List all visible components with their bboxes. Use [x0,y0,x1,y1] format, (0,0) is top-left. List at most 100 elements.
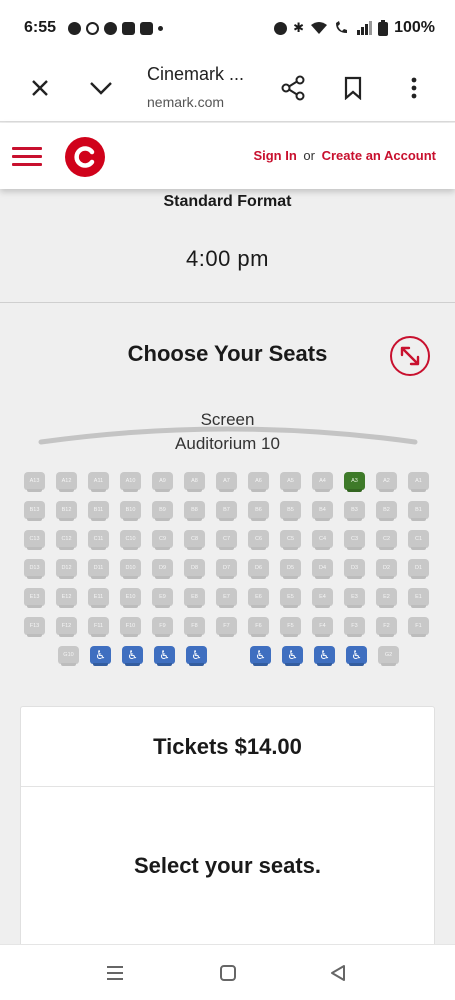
seat-b11[interactable]: B11 [88,501,109,521]
cinemark-logo[interactable] [65,137,105,177]
seat-e13[interactable]: E13 [24,588,45,608]
seat-c1[interactable]: C1 [408,530,429,550]
seat-b12[interactable]: B12 [56,501,77,521]
seat-f9[interactable]: F9 [152,617,173,637]
wheelchair-seat-icon[interactable]: ♿ [186,646,207,666]
seat-c11[interactable]: C11 [88,530,109,550]
seat-e9[interactable]: E9 [152,588,173,608]
seat-d10[interactable]: D10 [120,559,141,579]
seat-e10[interactable]: E10 [120,588,141,608]
seat-a7[interactable]: A7 [216,472,237,492]
seat-d13[interactable]: D13 [24,559,45,579]
seat-d7[interactable]: D7 [216,559,237,579]
sign-in-link[interactable]: Sign In [253,148,296,163]
seat-e12[interactable]: E12 [56,588,77,608]
seat-b1[interactable]: B1 [408,501,429,521]
seat-e5[interactable]: E5 [280,588,301,608]
seat-a5[interactable]: A5 [280,472,301,492]
seat-f13[interactable]: F13 [24,617,45,637]
seat-d9[interactable]: D9 [152,559,173,579]
wheelchair-seat-icon[interactable]: ♿ [346,646,367,666]
home-button[interactable] [214,959,242,987]
wheelchair-seat-icon[interactable]: ♿ [90,646,111,666]
seat-e4[interactable]: E4 [312,588,333,608]
seat-b2[interactable]: B2 [376,501,397,521]
seat-a1[interactable]: A1 [408,472,429,492]
seat-c2[interactable]: C2 [376,530,397,550]
seat-a2[interactable]: A2 [376,472,397,492]
seat-f1[interactable]: F1 [408,617,429,637]
seat-b10[interactable]: B10 [120,501,141,521]
seat-e3[interactable]: E3 [344,588,365,608]
wheelchair-seat-icon[interactable]: ♿ [122,646,143,666]
seat-c6[interactable]: C6 [248,530,269,550]
expand-seatmap-button[interactable] [390,336,430,376]
seat-a4[interactable]: A4 [312,472,333,492]
seat-c7[interactable]: C7 [216,530,237,550]
seat-d6[interactable]: D6 [248,559,269,579]
seat-e2[interactable]: E2 [376,588,397,608]
seat-d11[interactable]: D11 [88,559,109,579]
seat-c9[interactable]: C9 [152,530,173,550]
wheelchair-seat-icon[interactable]: ♿ [250,646,271,666]
seat-g2[interactable]: G2 [378,646,399,666]
seat-b6[interactable]: B6 [248,501,269,521]
seat-f2[interactable]: F2 [376,617,397,637]
seat-d5[interactable]: D5 [280,559,301,579]
seat-b13[interactable]: B13 [24,501,45,521]
seat-a13[interactable]: A13 [24,472,45,492]
seat-f11[interactable]: F11 [88,617,109,637]
seat-f12[interactable]: F12 [56,617,77,637]
seat-c4[interactable]: C4 [312,530,333,550]
seat-e6[interactable]: E6 [248,588,269,608]
seat-e8[interactable]: E8 [184,588,205,608]
seat-c3[interactable]: C3 [344,530,365,550]
seat-a8[interactable]: A8 [184,472,205,492]
seat-f10[interactable]: F10 [120,617,141,637]
seat-c10[interactable]: C10 [120,530,141,550]
seat-d8[interactable]: D8 [184,559,205,579]
seat-d4[interactable]: D4 [312,559,333,579]
seat-b4[interactable]: B4 [312,501,333,521]
seat-f7[interactable]: F7 [216,617,237,637]
back-button[interactable] [324,959,352,987]
seat-a10[interactable]: A10 [120,472,141,492]
minimize-button[interactable] [83,70,119,106]
close-tab-button[interactable] [22,70,58,106]
seat-b5[interactable]: B5 [280,501,301,521]
wheelchair-seat-icon[interactable]: ♿ [282,646,303,666]
seat-c13[interactable]: C13 [24,530,45,550]
seat-d3[interactable]: D3 [344,559,365,579]
seat-g10[interactable]: G10 [58,646,79,666]
create-account-link[interactable]: Create an Account [322,148,436,163]
bookmark-button[interactable] [335,70,371,106]
seat-a11[interactable]: A11 [88,472,109,492]
seat-a6[interactable]: A6 [248,472,269,492]
seat-e11[interactable]: E11 [88,588,109,608]
seat-c12[interactable]: C12 [56,530,77,550]
seat-f4[interactable]: F4 [312,617,333,637]
seat-a12[interactable]: A12 [56,472,77,492]
hamburger-menu-button[interactable] [12,147,42,167]
seat-c5[interactable]: C5 [280,530,301,550]
seat-f5[interactable]: F5 [280,617,301,637]
seat-c8[interactable]: C8 [184,530,205,550]
wheelchair-seat-icon[interactable]: ♿ [314,646,335,666]
share-button[interactable] [275,70,311,106]
seat-f8[interactable]: F8 [184,617,205,637]
seat-b9[interactable]: B9 [152,501,173,521]
seat-b8[interactable]: B8 [184,501,205,521]
seat-d12[interactable]: D12 [56,559,77,579]
seat-e1[interactable]: E1 [408,588,429,608]
seat-a9[interactable]: A9 [152,472,173,492]
seat-d1[interactable]: D1 [408,559,429,579]
seat-b7[interactable]: B7 [216,501,237,521]
menu-button[interactable] [396,70,432,106]
wheelchair-seat-icon[interactable]: ♿ [154,646,175,666]
seat-e7[interactable]: E7 [216,588,237,608]
seat-a3[interactable]: A3 [344,472,365,492]
recents-button[interactable] [101,959,129,987]
page-url[interactable]: nemark.com [147,94,224,110]
seat-f6[interactable]: F6 [248,617,269,637]
seat-d2[interactable]: D2 [376,559,397,579]
